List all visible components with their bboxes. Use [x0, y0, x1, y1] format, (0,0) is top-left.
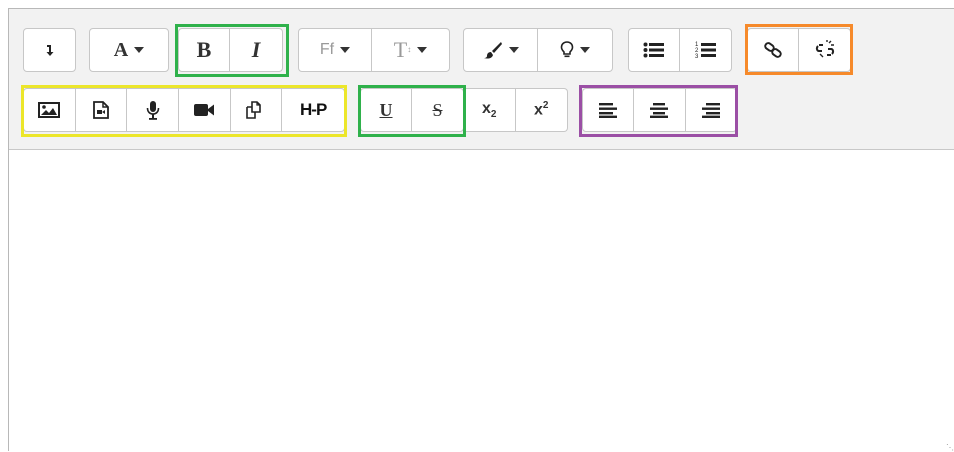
- italic-button[interactable]: I: [230, 29, 282, 71]
- unlink-icon: [815, 40, 834, 58]
- record-audio-button[interactable]: [127, 89, 180, 131]
- superscript-label: x2: [534, 100, 548, 119]
- bold-label: B: [196, 37, 212, 62]
- font-size-label: T: [393, 37, 408, 62]
- align-center-icon: [650, 103, 669, 118]
- editor-content-area[interactable]: [9, 150, 954, 451]
- hint-button[interactable]: [538, 29, 612, 71]
- record-video-button[interactable]: [179, 89, 231, 131]
- superscript-x: x: [534, 101, 543, 119]
- link-button[interactable]: [748, 29, 800, 71]
- align-center-button[interactable]: [634, 89, 686, 131]
- brush-icon: [483, 42, 502, 59]
- list-group: 1 2 3: [628, 28, 732, 72]
- h5p-label: H-P: [300, 100, 327, 119]
- image-icon: [38, 102, 61, 118]
- collapse-group: [23, 28, 76, 72]
- superscript-digit: 2: [542, 100, 549, 112]
- chevron-down-icon: [580, 47, 590, 53]
- align-right-button[interactable]: [686, 89, 736, 131]
- subscript-label: x2: [482, 100, 496, 120]
- lightbulb-icon: [560, 41, 574, 58]
- font-family-button[interactable]: Ff: [299, 29, 373, 71]
- chevron-down-icon: [340, 47, 351, 53]
- align-left-icon: [599, 103, 618, 118]
- italic-label: I: [251, 37, 261, 62]
- script-group: x2 x2: [464, 88, 568, 132]
- collapse-toolbar-button[interactable]: [24, 29, 75, 71]
- insert-media-group: H-P: [23, 88, 345, 132]
- font-color-button[interactable]: A: [90, 29, 168, 71]
- superscript-button[interactable]: x2: [516, 89, 568, 131]
- resize-handle-icon[interactable]: ⋱: [946, 443, 954, 452]
- align-left-button[interactable]: [583, 89, 635, 131]
- bold-italic-group: B I: [178, 28, 283, 72]
- strikethrough-label: S: [432, 99, 443, 120]
- subscript-x: x: [482, 99, 491, 117]
- arrow-down-icon: [46, 45, 53, 56]
- bullet-list-icon: [643, 42, 664, 58]
- underline-strike-group: U S: [360, 88, 464, 132]
- subscript-digit: 2: [490, 109, 497, 121]
- copy-files-icon: [246, 101, 261, 119]
- font-size-button[interactable]: T ↕: [372, 29, 449, 71]
- align-right-icon: [701, 103, 720, 118]
- font-group: Ff T ↕: [298, 28, 450, 72]
- bold-button[interactable]: B: [179, 29, 231, 71]
- numbered-list-icon: 1 2 3: [695, 42, 716, 59]
- strikethrough-button[interactable]: S: [412, 89, 463, 131]
- chevron-down-icon: [508, 47, 519, 53]
- font-size-arrows-icon: ↕: [407, 45, 412, 54]
- insert-image-button[interactable]: [24, 89, 76, 131]
- insert-h5p-button[interactable]: H-P: [282, 89, 344, 131]
- subscript-button[interactable]: x2: [464, 89, 516, 131]
- insert-media-button[interactable]: [76, 89, 128, 131]
- video-camera-icon: [194, 104, 215, 116]
- chevron-down-icon: [417, 47, 428, 53]
- file-media-icon: [93, 101, 109, 119]
- editor-toolbar: A B I Ff T ↕ 1 2 3 H-P U S x2 x2: [9, 9, 954, 150]
- align-group: [582, 88, 737, 132]
- microphone-icon: [146, 101, 159, 120]
- underline-label: U: [379, 99, 393, 120]
- font-color-group: A: [89, 28, 169, 72]
- font-color-label: A: [113, 38, 129, 61]
- underline-button[interactable]: U: [361, 89, 413, 131]
- ordered-list-digit: 3: [695, 54, 699, 59]
- style-group: [463, 28, 613, 72]
- unlink-button[interactable]: [799, 29, 850, 71]
- manage-files-button[interactable]: [231, 89, 283, 131]
- text-editor: A B I Ff T ↕ 1 2 3 H-P U S x2 x2 ⋱: [8, 8, 954, 452]
- chevron-down-icon: [134, 47, 145, 53]
- styles-button[interactable]: [464, 29, 538, 71]
- ordered-list-button[interactable]: 1 2 3: [680, 29, 731, 71]
- unordered-list-button[interactable]: [629, 29, 681, 71]
- font-family-label: Ff: [319, 41, 335, 58]
- link-group: [747, 28, 851, 72]
- link-icon: [764, 42, 782, 58]
